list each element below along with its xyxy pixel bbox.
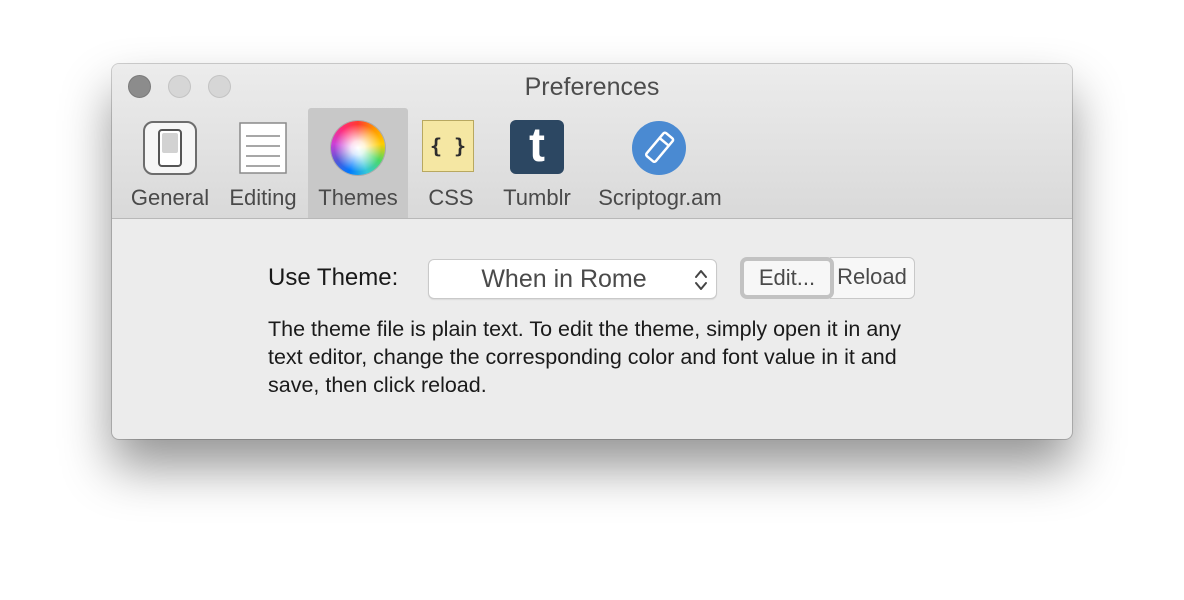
scriptogram-icon — [631, 120, 687, 176]
theme-select[interactable]: When in Rome — [428, 259, 717, 299]
tab-scriptogram[interactable]: Scriptogr.am — [588, 108, 732, 218]
screen: Preferences General Editing Themes {} C… — [0, 0, 1184, 600]
switch-icon — [142, 120, 198, 176]
edit-button[interactable]: Edit... — [740, 257, 834, 299]
tab-themes[interactable]: Themes — [308, 108, 408, 218]
tab-tumblr[interactable]: t Tumblr — [494, 108, 580, 218]
tumblr-icon-letter: t — [510, 120, 564, 174]
tab-general-label: General — [130, 185, 210, 210]
tab-editing-label: Editing — [229, 185, 297, 210]
window-title: Preferences — [524, 73, 660, 101]
document-lines-icon — [235, 120, 291, 176]
tab-scriptogram-label: Scriptogr.am — [598, 185, 722, 210]
tab-css[interactable]: { } CSS — [412, 108, 490, 218]
tab-general[interactable]: General — [124, 108, 216, 218]
use-theme-label: Use Theme: — [268, 264, 399, 291]
css-icon-text: { } — [422, 120, 474, 172]
css-braces-icon: { } — [422, 120, 474, 174]
tumblr-icon: t — [509, 120, 565, 176]
color-wheel-icon — [330, 120, 386, 176]
theme-select-value: When in Rome — [481, 265, 647, 293]
reload-button[interactable]: Reload — [830, 257, 915, 299]
preferences-window: Preferences General Editing Themes {} C… — [112, 64, 1072, 439]
tab-themes-label: Themes — [318, 185, 398, 210]
tab-editing[interactable]: Editing — [220, 108, 306, 218]
titlebar-toolbar: Preferences General Editing Themes {} C… — [112, 64, 1072, 219]
chevron-up-down-icon — [692, 265, 710, 295]
theme-description: The theme file is plain text. To edit th… — [268, 317, 901, 397]
tab-css-label: CSS — [428, 185, 474, 210]
tab-tumblr-label: Tumblr — [503, 185, 571, 210]
